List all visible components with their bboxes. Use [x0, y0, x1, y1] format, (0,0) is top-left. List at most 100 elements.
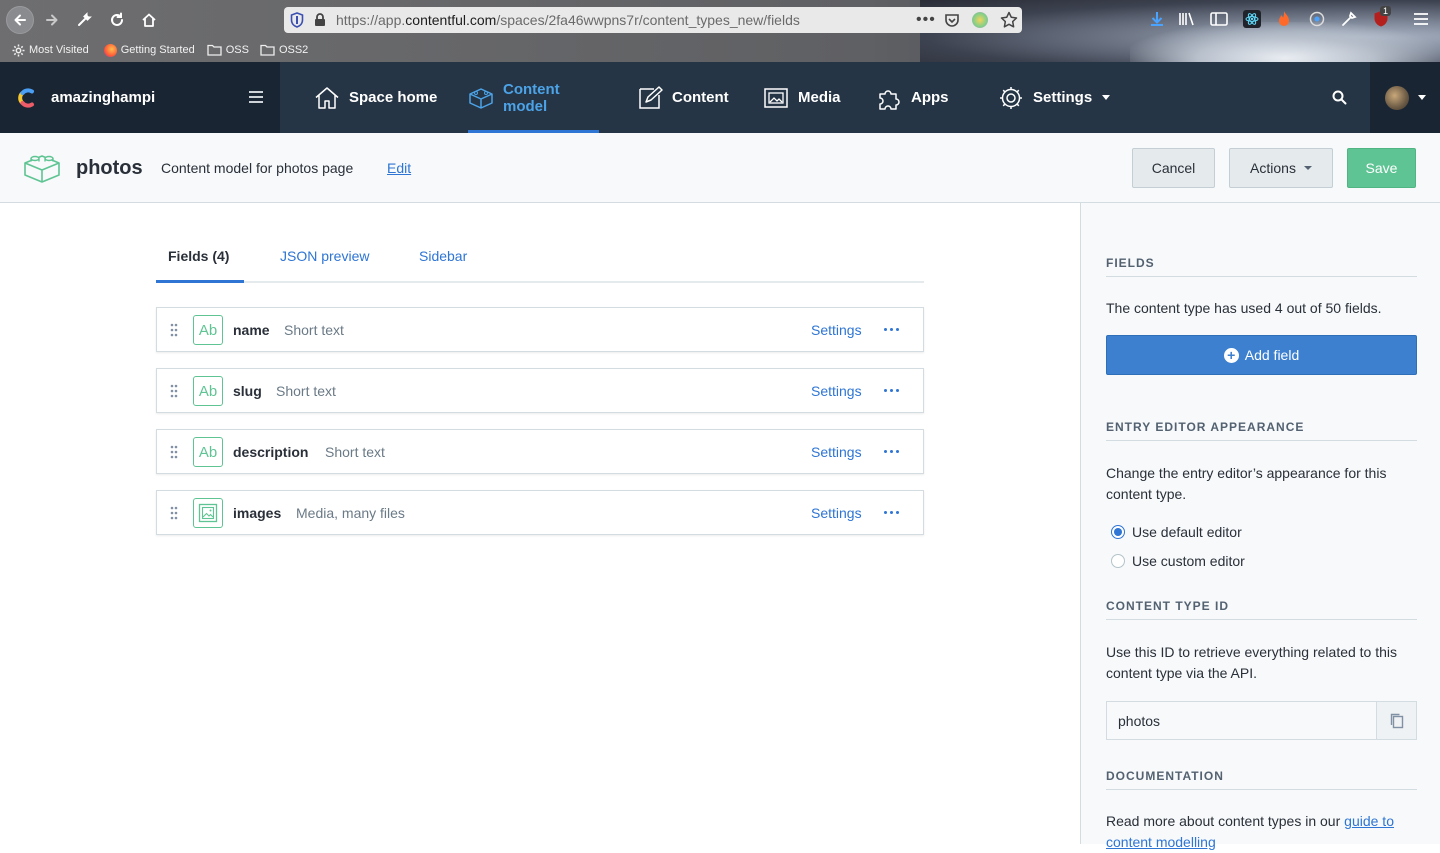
- more-options-icon[interactable]: [884, 450, 902, 453]
- field-settings-link[interactable]: Settings: [811, 383, 862, 399]
- nav-content-model[interactable]: Content model: [468, 62, 599, 133]
- field-row[interactable]: Ab description Short text Settings: [156, 429, 924, 474]
- search-icon[interactable]: [1332, 90, 1347, 105]
- page-actions-icon[interactable]: •••: [916, 11, 936, 29]
- tab-fields[interactable]: Fields (4): [168, 248, 229, 264]
- more-options-icon[interactable]: [884, 511, 902, 514]
- reload-button[interactable]: [103, 6, 131, 34]
- documentation-heading: DOCUMENTATION: [1106, 769, 1417, 790]
- hamburger-menu-icon[interactable]: [1412, 10, 1430, 28]
- add-field-button[interactable]: + Add field: [1106, 335, 1417, 375]
- fields-usage-text: The content type has used 4 out of 50 fi…: [1106, 300, 1382, 316]
- field-settings-link[interactable]: Settings: [811, 444, 862, 460]
- bookmarks-toolbar: Most Visited Getting Started OSS OSS2: [0, 40, 308, 60]
- bookmark-getting-started[interactable]: Getting Started: [103, 43, 195, 57]
- bookmark-folder-oss[interactable]: OSS: [207, 44, 249, 56]
- address-bar[interactable]: https://app.contentful.com/spaces/2fa46w…: [284, 7, 1022, 33]
- chevron-down-icon: [1102, 95, 1111, 100]
- appearance-text: Change the entry editor’s appearance for…: [1106, 465, 1387, 502]
- text-field-icon: Ab: [193, 376, 223, 406]
- drag-handle-icon[interactable]: [169, 384, 179, 398]
- content-type-id-value[interactable]: photos: [1107, 702, 1376, 739]
- content-type-id-text: Use this ID to retrieve everything relat…: [1106, 644, 1398, 681]
- eyedropper-icon[interactable]: [1340, 10, 1358, 28]
- field-row[interactable]: Ab slug Short text Settings: [156, 368, 924, 413]
- media-field-icon: [193, 498, 223, 528]
- account-menu[interactable]: [1370, 62, 1440, 133]
- field-settings-link[interactable]: Settings: [811, 322, 862, 338]
- downloads-icon[interactable]: [1148, 10, 1166, 28]
- gear-icon: [12, 44, 25, 57]
- lock-icon[interactable]: [314, 13, 326, 27]
- save-button[interactable]: Save: [1347, 148, 1416, 188]
- field-type: Media, many files: [296, 504, 405, 521]
- menu-icon[interactable]: [248, 90, 264, 104]
- chevron-down-icon: [1417, 95, 1426, 100]
- field-settings-link[interactable]: Settings: [811, 505, 862, 521]
- radio-default-editor[interactable]: Use default editor: [1111, 524, 1242, 540]
- cancel-button[interactable]: Cancel: [1132, 148, 1215, 188]
- space-name: amazinghampi: [51, 89, 156, 106]
- tracking-shield-icon[interactable]: [290, 12, 304, 28]
- pocket-icon[interactable]: [944, 12, 960, 28]
- space-switcher[interactable]: amazinghampi: [0, 62, 280, 133]
- nav-space-home[interactable]: Space home: [314, 62, 437, 133]
- back-button[interactable]: [6, 6, 34, 34]
- field-type: Short text: [284, 321, 344, 338]
- drag-handle-icon[interactable]: [169, 506, 179, 520]
- field-name: description: [233, 443, 309, 460]
- content-type-tabs: Fields (4) JSON preview Sidebar: [156, 236, 924, 283]
- field-type: Short text: [325, 443, 385, 460]
- theme-clouds: [1130, 22, 1440, 62]
- field-row[interactable]: Ab name Short text Settings: [156, 307, 924, 352]
- text-field-icon: Ab: [193, 437, 223, 467]
- field-type: Short text: [276, 382, 336, 399]
- nav-apps[interactable]: Apps: [876, 62, 949, 133]
- library-icon[interactable]: [1178, 10, 1196, 28]
- radio-custom-editor[interactable]: Use custom editor: [1111, 553, 1245, 569]
- wrench-icon[interactable]: [70, 6, 98, 34]
- field-name: images: [233, 504, 282, 521]
- home-button[interactable]: [135, 6, 163, 34]
- bookmark-star-icon[interactable]: [1000, 11, 1018, 29]
- more-options-icon[interactable]: [884, 389, 902, 392]
- folder-icon: [207, 44, 222, 56]
- copy-icon[interactable]: [1376, 702, 1416, 739]
- extension-icon[interactable]: [972, 12, 988, 28]
- page-title: photos: [76, 157, 143, 179]
- tab-json-preview[interactable]: JSON preview: [280, 248, 369, 264]
- bookmark-most-visited[interactable]: Most Visited: [12, 44, 89, 57]
- active-tab-indicator: [156, 280, 244, 283]
- home-icon: [314, 85, 340, 111]
- nav-content[interactable]: Content: [637, 62, 729, 133]
- settings-icon: [998, 85, 1024, 111]
- bookmark-folder-oss2[interactable]: OSS2: [260, 44, 308, 56]
- nav-media[interactable]: Media: [763, 62, 841, 133]
- sidebar-toggle-icon[interactable]: [1210, 10, 1228, 28]
- media-icon: [763, 85, 789, 111]
- radio-button[interactable]: [1111, 525, 1125, 539]
- contentful-logo: [14, 86, 38, 110]
- radio-button[interactable]: [1111, 554, 1125, 568]
- react-devtools-icon[interactable]: [1243, 10, 1261, 28]
- drag-handle-icon[interactable]: [169, 323, 179, 337]
- actions-button[interactable]: Actions: [1229, 148, 1333, 188]
- browser-toolbar: https://app.contentful.com/spaces/2fa46w…: [0, 0, 1440, 62]
- content-type-description: Content model for photos page: [161, 160, 354, 176]
- fire-extension-icon[interactable]: [1275, 10, 1293, 28]
- firefox-icon: [103, 43, 117, 57]
- content-type-sidebar: FIELDS The content type has used 4 out o…: [1080, 203, 1440, 850]
- content-type-id-field[interactable]: photos: [1106, 701, 1417, 740]
- avatar: [1384, 85, 1409, 110]
- field-row[interactable]: images Media, many files Settings: [156, 490, 924, 535]
- drag-handle-icon[interactable]: [169, 445, 179, 459]
- tab-sidebar[interactable]: Sidebar: [419, 248, 467, 264]
- account-extension-icon[interactable]: [1308, 10, 1326, 28]
- forward-button[interactable]: [38, 6, 66, 34]
- ublock-icon[interactable]: 1: [1372, 6, 1392, 28]
- nav-settings[interactable]: Settings: [998, 62, 1111, 133]
- folder-icon: [260, 44, 275, 56]
- more-options-icon[interactable]: [884, 328, 902, 331]
- edit-link[interactable]: Edit: [387, 160, 411, 176]
- appearance-heading: ENTRY EDITOR APPEARANCE: [1106, 420, 1417, 441]
